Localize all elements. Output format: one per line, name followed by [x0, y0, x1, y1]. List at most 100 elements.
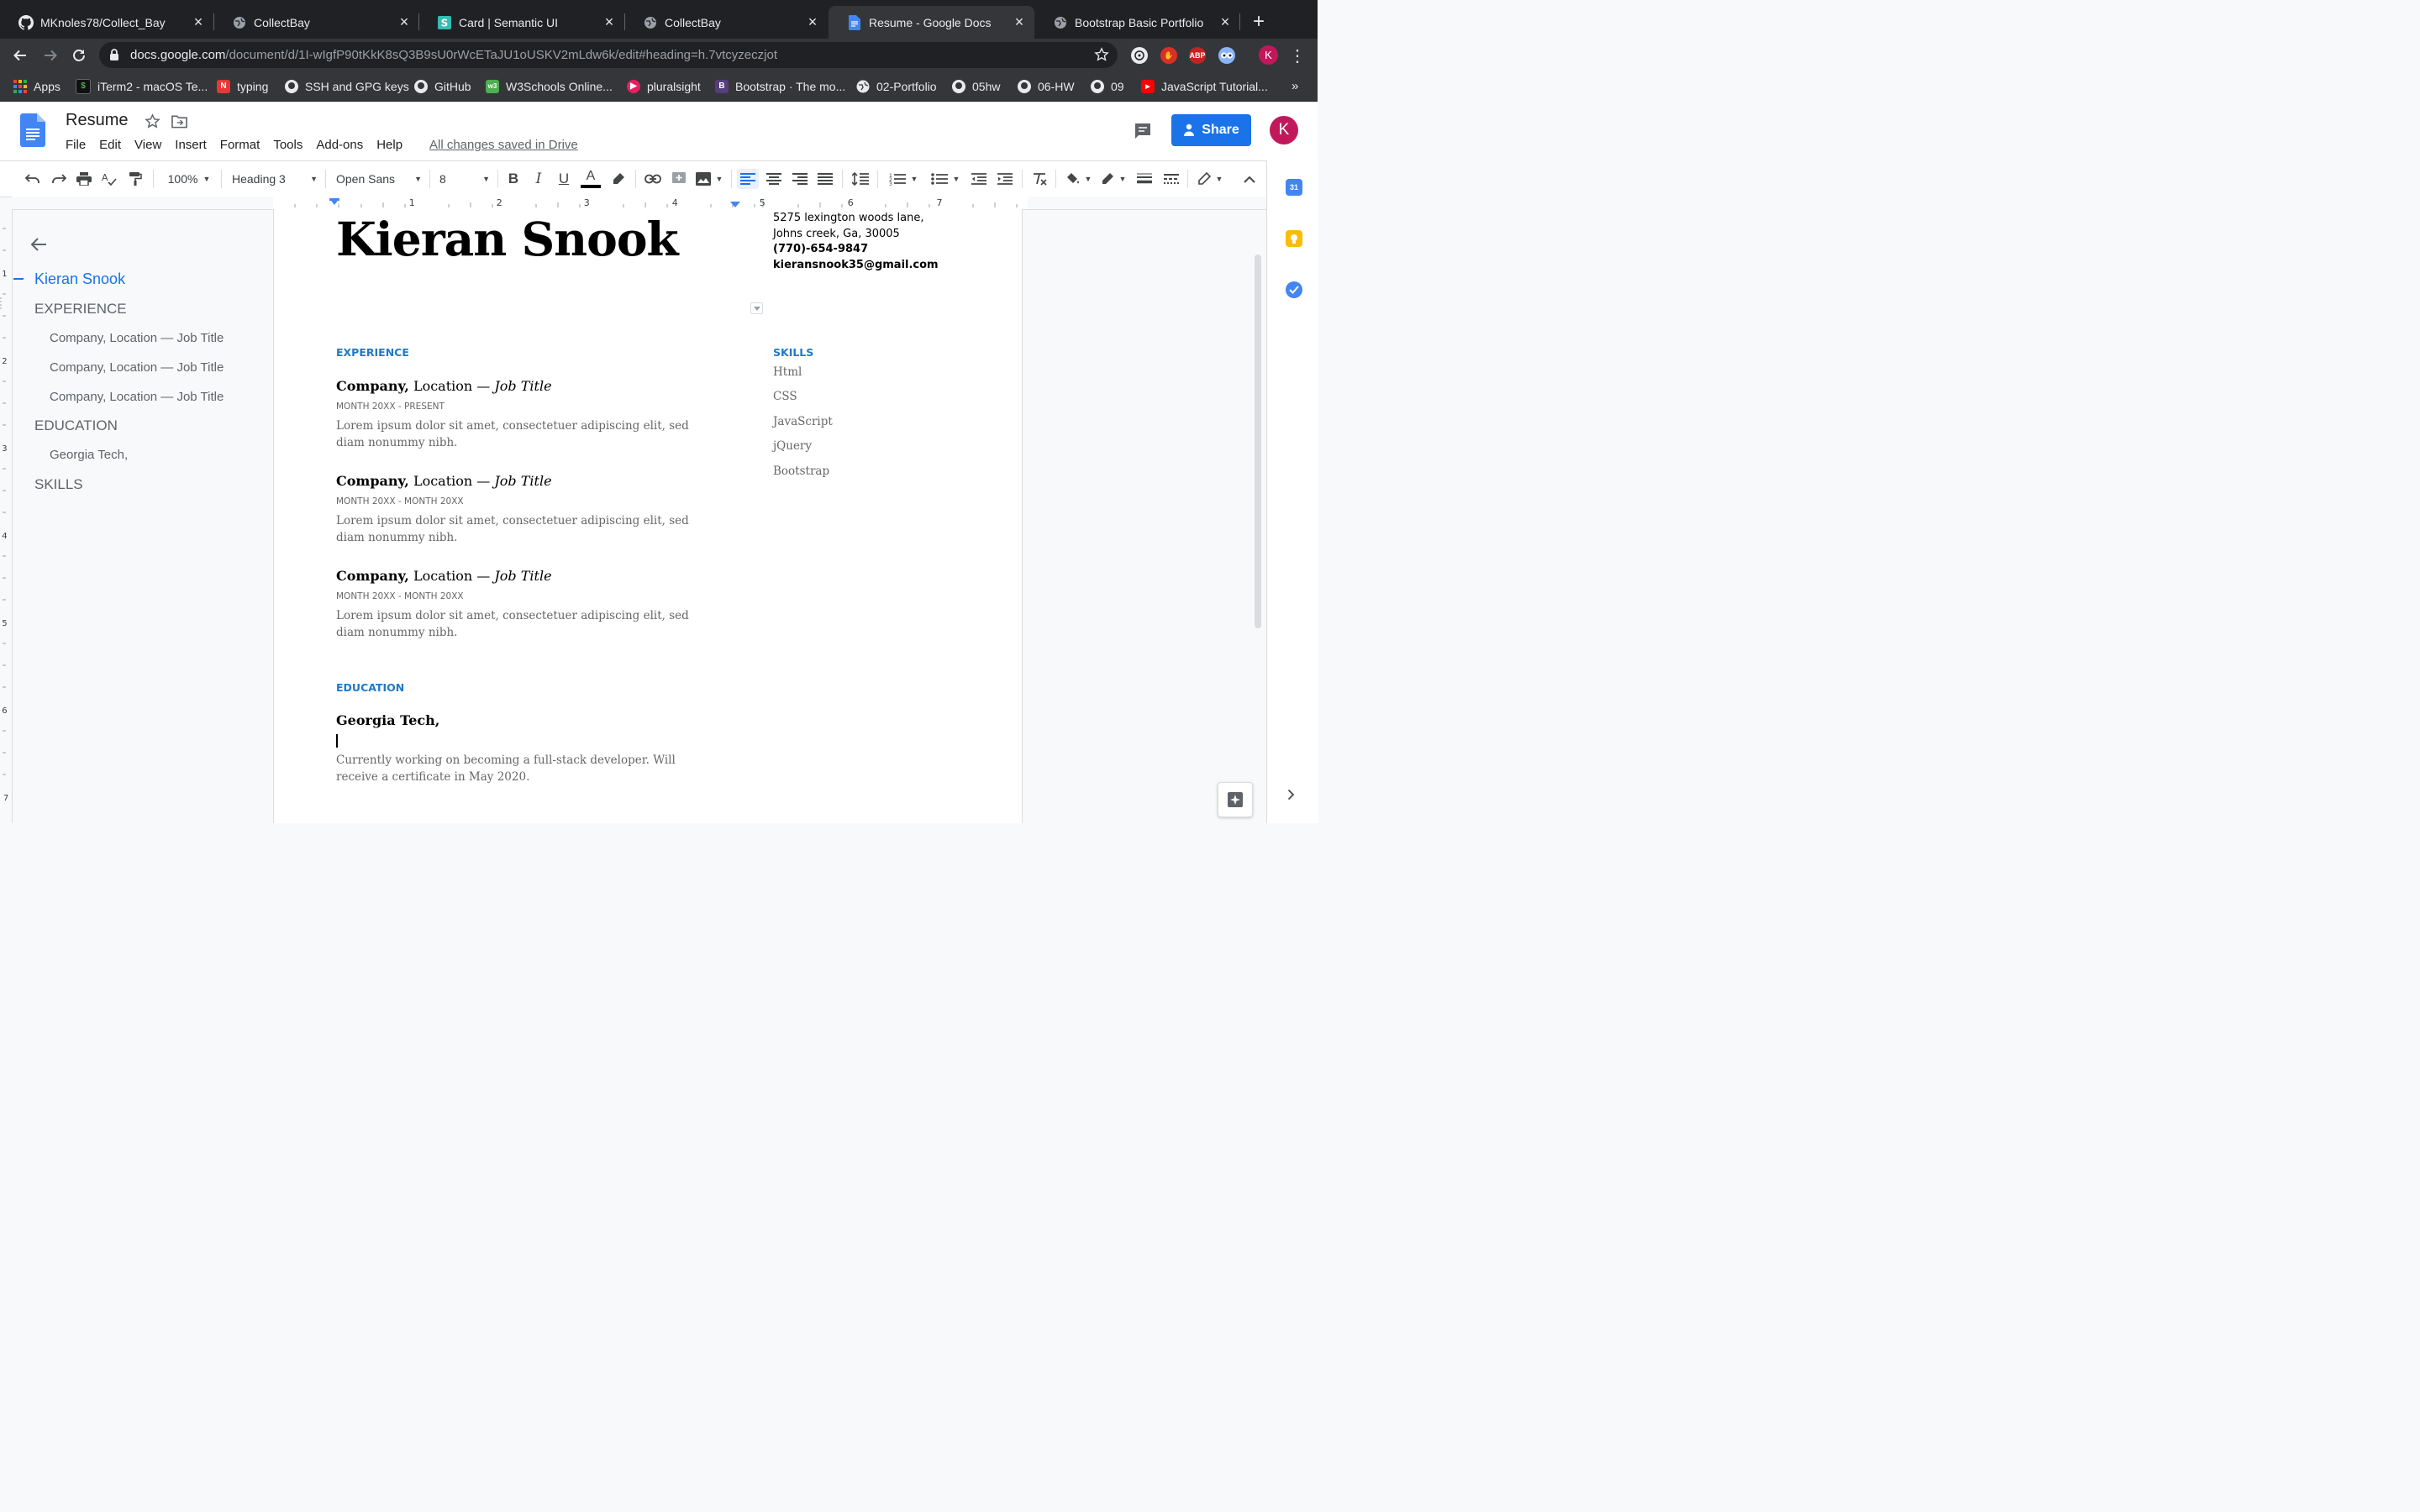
decrease-indent-icon[interactable]	[970, 169, 988, 189]
eyes-extension-icon[interactable]	[1218, 47, 1235, 64]
bookmark-apps[interactable]: Apps	[13, 71, 60, 101]
document-title[interactable]: Resume	[66, 111, 128, 130]
close-tab-icon[interactable]: ×	[602, 13, 616, 30]
skill-item[interactable]: jQuery	[773, 439, 812, 453]
calendar-icon[interactable]: 31	[1286, 179, 1302, 196]
close-tab-icon[interactable]: ×	[192, 13, 205, 30]
highlight-color-icon[interactable]: ▼	[1064, 169, 1092, 189]
skill-item[interactable]: CSS	[773, 390, 797, 403]
job-dates[interactable]: MONTH 20XX - PRESENT	[336, 402, 445, 412]
job-dates[interactable]: MONTH 20XX - MONTH 20XX	[336, 591, 464, 601]
browser-tab[interactable]: MKnoles78/Collect_Bay ×	[0, 6, 213, 39]
more-bookmarks-chevron-icon[interactable]: »	[1292, 71, 1298, 101]
expand-panel-chevron-icon[interactable]	[1287, 789, 1295, 801]
school-heading[interactable]: Georgia Tech,	[336, 712, 439, 728]
skills-heading[interactable]: SKILLS	[773, 346, 813, 359]
table-dropdown-chevron-icon[interactable]	[750, 302, 763, 314]
text-color-button[interactable]: A	[580, 169, 602, 189]
contact-info[interactable]: 5275 lexington woods lane, Johns creek, …	[773, 211, 939, 273]
redo-icon[interactable]	[50, 169, 68, 189]
vertical-ruler[interactable]: 1 2 3 4 5 6 7	[0, 209, 13, 823]
link-icon[interactable]	[644, 169, 662, 189]
forward-arrow-icon[interactable]	[40, 45, 60, 66]
paragraph-style-select[interactable]: Heading 3 ▼	[232, 169, 318, 189]
stop-hand-extension-icon[interactable]: ✋	[1160, 47, 1177, 64]
save-status[interactable]: All changes saved in Drive	[429, 138, 578, 152]
insert-image-icon[interactable]: ▼	[694, 169, 724, 189]
align-right-icon[interactable]	[791, 169, 809, 189]
justify-icon[interactable]	[816, 169, 834, 189]
outline-item-job[interactable]: Company, Location — Job Title	[50, 331, 224, 345]
profile-avatar[interactable]: K	[1259, 45, 1278, 65]
job-heading[interactable]: Company, Location — Job Title	[336, 473, 552, 489]
menu-edit[interactable]: Edit	[99, 138, 121, 152]
job-heading[interactable]: Company, Location — Job Title	[336, 378, 552, 394]
clear-formatting-icon[interactable]	[1030, 169, 1049, 189]
outline-item-skills[interactable]: SKILLS	[34, 476, 83, 493]
menu-view[interactable]: View	[134, 138, 161, 152]
bookmark-star-icon[interactable]	[1094, 47, 1109, 62]
increase-indent-icon[interactable]	[996, 169, 1014, 189]
outline-item-name[interactable]: Kieran Snook	[34, 270, 125, 288]
extension-icon[interactable]	[1131, 47, 1148, 64]
outline-item-experience[interactable]: EXPERIENCE	[34, 301, 127, 318]
close-tab-icon[interactable]: ×	[1218, 13, 1232, 30]
menu-insert[interactable]: Insert	[175, 138, 207, 152]
font-size-select[interactable]: 8 ▼	[439, 169, 490, 189]
browser-tab[interactable]: CollectBay ×	[624, 6, 828, 39]
bookmark-item[interactable]: SSH and GPG keys	[285, 71, 409, 101]
move-to-folder-icon[interactable]	[171, 114, 187, 129]
border-color-icon[interactable]: ▼	[1099, 169, 1128, 189]
border-width-icon[interactable]	[1135, 169, 1154, 189]
outline-item-job[interactable]: Company, Location — Job Title	[50, 390, 224, 404]
menu-file[interactable]: File	[66, 138, 86, 152]
border-dash-icon[interactable]	[1162, 169, 1181, 189]
underline-button[interactable]: U	[555, 169, 573, 189]
editing-mode-pencil-icon[interactable]: ▼	[1194, 169, 1226, 189]
outline-item-education[interactable]: EDUCATION	[34, 417, 118, 434]
horizontal-ruler[interactable]: 1 2 3 4 5 6 7	[12, 197, 1266, 210]
spellcheck-icon[interactable]: A	[100, 169, 118, 189]
font-family-select[interactable]: Open Sans ▼	[336, 169, 422, 189]
account-avatar[interactable]: K	[1270, 116, 1298, 144]
bulleted-list-icon[interactable]: ▼	[928, 169, 963, 189]
lock-icon[interactable]	[109, 49, 119, 61]
vertical-scrollbar-thumb[interactable]	[1255, 255, 1261, 628]
browser-menu-icon[interactable]: ⋮	[1287, 45, 1307, 66]
back-arrow-icon[interactable]	[10, 45, 30, 66]
job-description[interactable]: Lorem ipsum dolor sit amet, consectetuer…	[336, 513, 718, 546]
print-icon[interactable]	[75, 169, 93, 189]
align-center-icon[interactable]	[765, 169, 783, 189]
close-tab-icon[interactable]: ×	[806, 13, 819, 30]
menu-tools[interactable]: Tools	[273, 138, 302, 152]
google-docs-logo-icon[interactable]	[20, 113, 45, 147]
bookmark-item[interactable]: $ iTerm2 - macOS Te...	[76, 71, 208, 101]
bookmark-item[interactable]: GitHub	[414, 71, 471, 101]
browser-tab[interactable]: CollectBay ×	[213, 6, 419, 39]
education-heading[interactable]: EDUCATION	[336, 681, 404, 694]
job-description[interactable]: Lorem ipsum dolor sit amet, consectetuer…	[336, 418, 718, 451]
bookmark-item[interactable]: w3 W3Schools Online...	[486, 71, 613, 101]
menu-add-ons[interactable]: Add-ons	[316, 138, 363, 152]
highlight-pen-icon[interactable]	[609, 169, 628, 189]
bookmark-item[interactable]: 09	[1091, 71, 1124, 101]
bold-button[interactable]: B	[504, 169, 523, 189]
italic-button[interactable]: I	[529, 169, 548, 189]
close-tab-icon[interactable]: ×	[1013, 13, 1026, 30]
explore-button[interactable]	[1218, 782, 1253, 817]
address-bar[interactable]: docs.google.com/document/d/1I-wIgfP90tKk…	[99, 42, 1118, 68]
skill-item[interactable]: Html	[773, 365, 802, 379]
menu-help[interactable]: Help	[376, 138, 402, 152]
bookmark-item[interactable]: ▶ JavaScript Tutorial...	[1141, 71, 1268, 101]
browser-tab[interactable]: S Card | Semantic UI ×	[418, 6, 624, 39]
paint-format-icon[interactable]	[126, 169, 145, 189]
bookmark-item[interactable]: 02-Portfolio	[856, 71, 937, 101]
education-description[interactable]: Currently working on becoming a full-sta…	[336, 753, 718, 785]
bookmark-item[interactable]: 06-HW	[1018, 71, 1075, 101]
keep-lightbulb-icon[interactable]	[1286, 230, 1302, 247]
resume-name[interactable]: Kieran Snook	[336, 212, 679, 266]
align-left-icon[interactable]	[737, 169, 759, 189]
outline-item-school[interactable]: Georgia Tech,	[50, 448, 128, 462]
tasks-check-icon[interactable]	[1286, 281, 1302, 298]
skill-item[interactable]: JavaScript	[773, 415, 833, 428]
